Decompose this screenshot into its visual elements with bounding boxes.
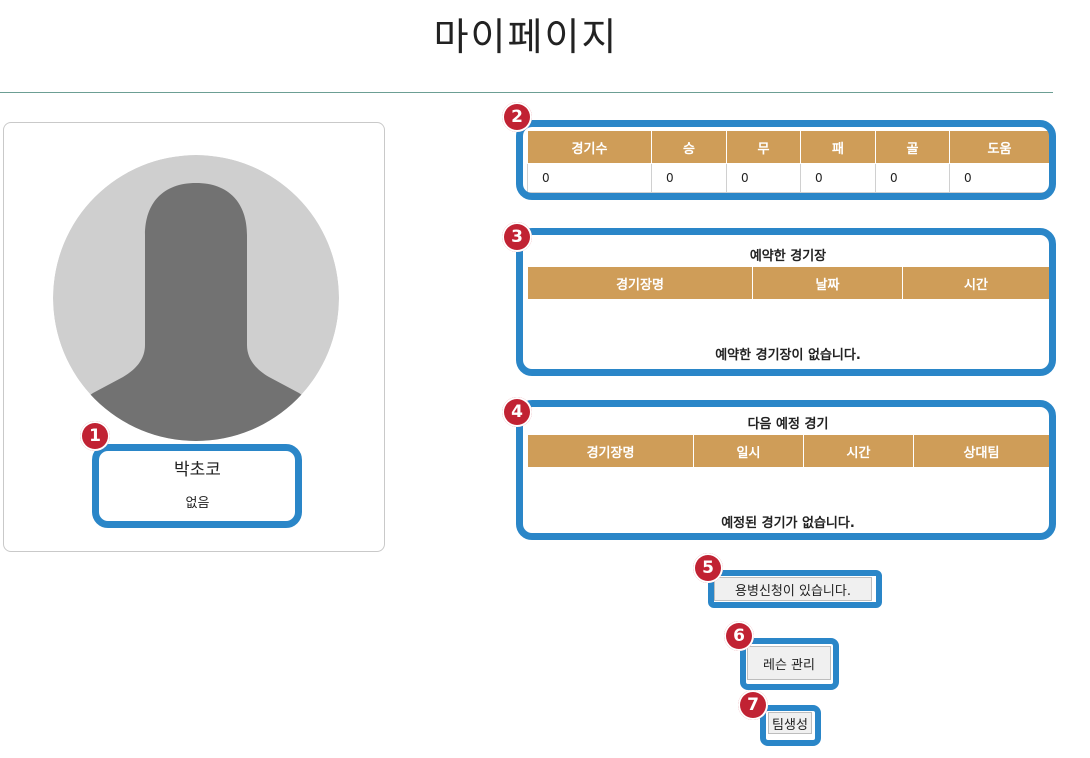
badge-3: 3 [502,222,532,252]
highlight-box-lesson [740,638,839,690]
badge-1: 1 [80,421,110,451]
highlight-box-reservations [516,228,1056,376]
badge-2: 2 [502,102,532,132]
badge-6: 6 [724,621,754,651]
highlight-box-team [760,705,821,746]
highlight-box-mercenary [708,570,882,608]
avatar-icon [53,155,339,441]
highlight-box-upcoming [516,400,1056,540]
header-divider [0,92,1053,93]
badge-4: 4 [502,397,532,427]
badge-7: 7 [738,690,768,720]
page-title: 마이페이지 [433,15,619,59]
highlight-box-profile [92,444,302,528]
highlight-box-stats [516,120,1056,200]
badge-5: 5 [693,553,723,583]
